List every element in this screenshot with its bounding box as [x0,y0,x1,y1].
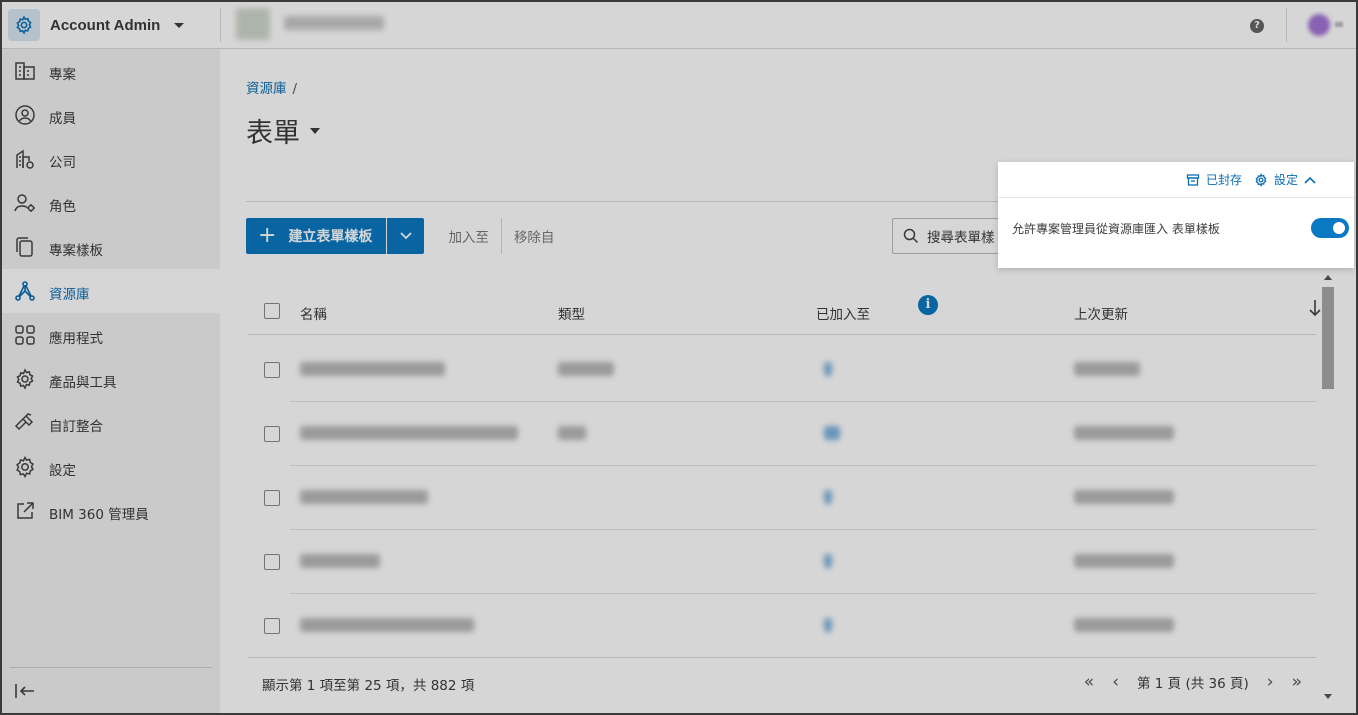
toggle-knob [1333,222,1345,234]
archive-icon [1186,173,1200,186]
archived-button[interactable]: 已封存 [1186,171,1242,188]
gear-icon [1255,172,1267,187]
chevron-up-icon [1304,176,1316,184]
modal-backdrop[interactable] [2,2,1356,713]
settings-toggle-button[interactable]: 設定 [1254,171,1316,188]
settings-popover: 已封存 設定 允許專案管理員從資源庫匯入 表單樣板 [998,162,1354,268]
popover-header: 已封存 設定 [998,162,1354,198]
settings-label: 設定 [1273,173,1298,187]
import-permission-toggle[interactable] [1311,218,1349,238]
app-window: Account Admin ? 專案 成員 公司 角色 專案樣板 資源庫 應用程… [0,0,1358,715]
import-permission-label: 允許專案管理員從資源庫匯入 表單樣板 [1012,222,1220,236]
archived-label: 已封存 [1205,173,1242,187]
